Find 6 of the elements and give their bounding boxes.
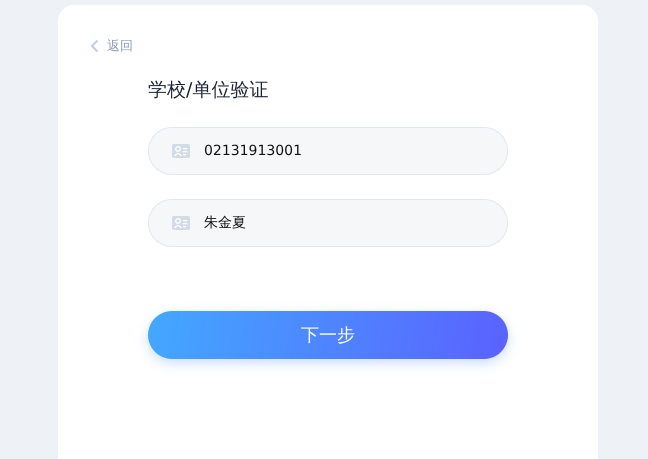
chevron-left-icon <box>90 39 99 53</box>
id-card-icon <box>172 144 190 158</box>
id-card-icon <box>172 216 190 230</box>
input-field[interactable]: 02131913001 <box>148 127 508 175</box>
input-field[interactable]: 朱金夏 <box>148 199 508 247</box>
page-title: 学校/单位验证 <box>148 78 270 103</box>
